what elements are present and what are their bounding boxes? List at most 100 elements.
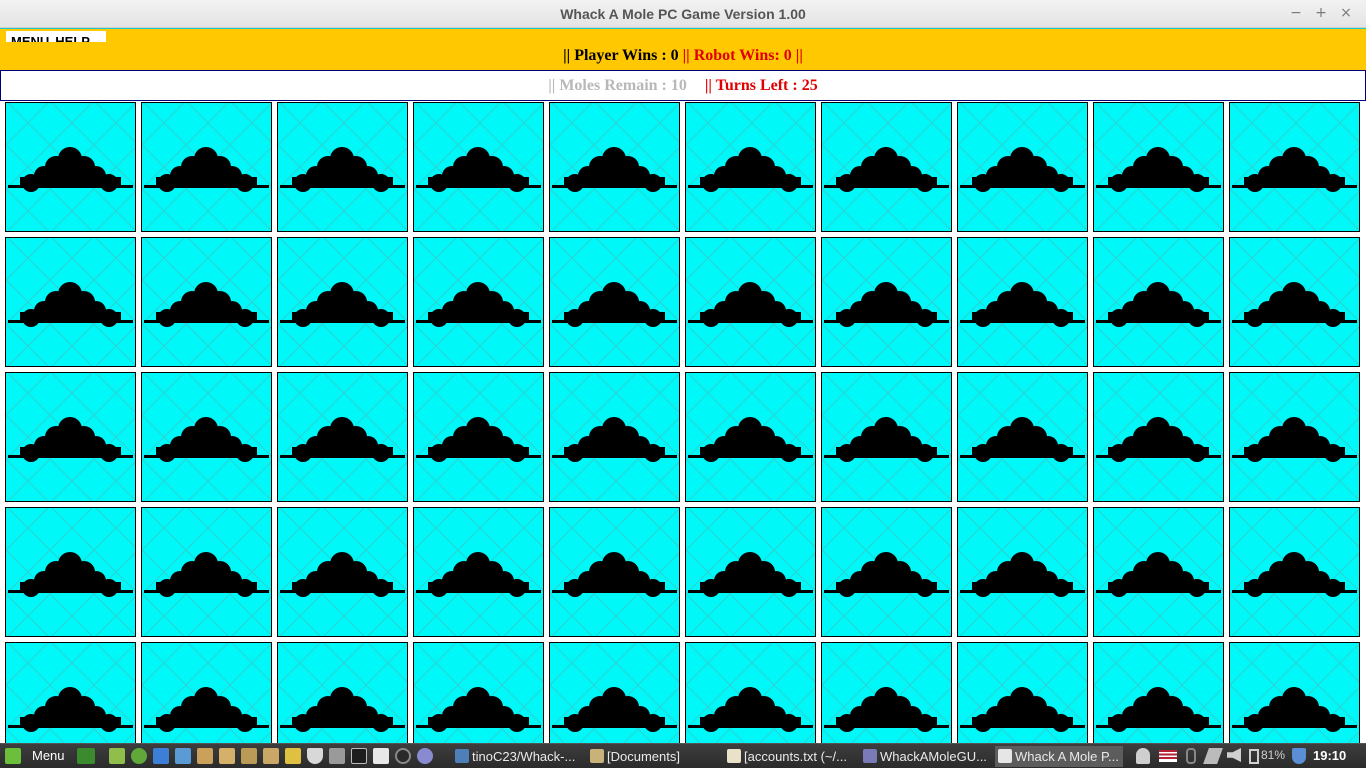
package-icon[interactable]	[219, 748, 235, 764]
mole-hill-icon	[958, 508, 1087, 636]
mole-hole[interactable]	[957, 102, 1088, 232]
mole-hole[interactable]	[141, 102, 272, 232]
start-menu-button[interactable]: Menu	[32, 748, 65, 763]
archive-icon[interactable]	[197, 748, 213, 764]
mole-hole[interactable]	[1229, 372, 1360, 502]
mole-hole[interactable]	[549, 237, 680, 367]
mole-hill-icon	[550, 103, 679, 231]
mole-hole[interactable]	[277, 372, 408, 502]
mole-hole[interactable]	[957, 237, 1088, 367]
security-shield-icon[interactable]	[1292, 748, 1306, 764]
media-icon[interactable]	[395, 748, 411, 764]
eclipse-icon[interactable]	[417, 748, 433, 764]
shield-icon[interactable]	[307, 748, 323, 764]
taskbar-task[interactable]: WhackAMoleGU...	[860, 746, 988, 767]
mole-hole[interactable]	[277, 237, 408, 367]
text-editor-icon[interactable]	[373, 748, 389, 764]
settings-icon[interactable]	[285, 748, 301, 764]
mole-hole[interactable]	[549, 102, 680, 232]
chromium-icon[interactable]	[175, 748, 191, 764]
mole-hole[interactable]	[1229, 507, 1360, 637]
mole-hole[interactable]	[277, 507, 408, 637]
mole-hole[interactable]	[821, 507, 952, 637]
installer-icon[interactable]	[263, 748, 279, 764]
mole-hill-icon	[1094, 103, 1223, 231]
mole-hole[interactable]	[1229, 102, 1360, 232]
mole-hole[interactable]	[549, 372, 680, 502]
mole-hole[interactable]	[413, 507, 544, 637]
pen-icon[interactable]	[1203, 748, 1223, 764]
mole-hole[interactable]	[413, 642, 544, 743]
java-icon	[998, 749, 1012, 763]
volume-icon[interactable]	[1227, 748, 1241, 762]
text-editor-icon	[727, 749, 741, 763]
mole-hole[interactable]	[1093, 507, 1224, 637]
mole-hill-icon	[550, 508, 679, 636]
mole-hole[interactable]	[957, 642, 1088, 743]
mole-hole[interactable]	[413, 372, 544, 502]
mole-hole[interactable]	[549, 642, 680, 743]
mole-hole[interactable]	[277, 102, 408, 232]
monitor-icon[interactable]	[329, 748, 345, 764]
mole-hole[interactable]	[685, 372, 816, 502]
user-icon[interactable]	[1136, 748, 1150, 764]
minimize-button[interactable]: −	[1287, 4, 1305, 22]
mole-hole[interactable]	[1229, 237, 1360, 367]
terminal-icon[interactable]	[351, 748, 367, 764]
robot-wins: || Robot Wins: 0 ||	[682, 47, 803, 64]
mole-hole[interactable]	[821, 237, 952, 367]
mole-hole[interactable]	[141, 642, 272, 743]
mole-hole[interactable]	[277, 642, 408, 743]
mole-hole[interactable]	[1093, 237, 1224, 367]
bluetooth-icon[interactable]	[1186, 748, 1196, 764]
mole-hole[interactable]	[1093, 102, 1224, 232]
player-wins: || Player Wins : 0	[563, 47, 679, 64]
mole-hole[interactable]	[141, 507, 272, 637]
taskbar-task[interactable]: Whack A Mole P...	[995, 746, 1123, 767]
taskbar-task-label: tinoC23/Whack-...	[472, 749, 576, 764]
mole-hole[interactable]	[5, 507, 136, 637]
mint-menu-icon[interactable]	[5, 748, 21, 764]
mole-hole[interactable]	[821, 102, 952, 232]
update-icon[interactable]	[131, 748, 147, 764]
taskbar-task-label: [Documents]	[607, 749, 680, 764]
mole-hole[interactable]	[5, 372, 136, 502]
mole-hole[interactable]	[141, 237, 272, 367]
mole-hole[interactable]	[5, 102, 136, 232]
files-icon[interactable]	[109, 748, 125, 764]
browser-icon[interactable]	[153, 748, 169, 764]
mole-hole[interactable]	[685, 237, 816, 367]
battery-icon[interactable]	[1249, 749, 1259, 764]
mole-hole[interactable]	[413, 237, 544, 367]
taskbar-task[interactable]: [accounts.txt (~/...	[724, 746, 854, 767]
mole-hole[interactable]	[685, 102, 816, 232]
mole-hill-icon	[6, 643, 135, 743]
show-desktop-icon[interactable]	[77, 748, 95, 764]
mole-hole[interactable]	[685, 642, 816, 743]
taskbar-task[interactable]: [Documents]	[587, 746, 717, 767]
mole-hole[interactable]	[1229, 642, 1360, 743]
keyboard-layout-flag-icon[interactable]	[1159, 750, 1177, 762]
window-title-bar[interactable]: Whack A Mole PC Game Version 1.00 − + ×	[0, 0, 1366, 28]
mole-hole[interactable]	[1093, 642, 1224, 743]
software-icon[interactable]	[241, 748, 257, 764]
clock[interactable]: 19:10	[1313, 748, 1346, 763]
mole-hole[interactable]	[5, 642, 136, 743]
mole-hole[interactable]	[957, 372, 1088, 502]
mole-hole[interactable]	[141, 372, 272, 502]
maximize-button[interactable]: +	[1312, 4, 1330, 22]
taskbar-task[interactable]: tinoC23/Whack-...	[452, 746, 580, 767]
mole-hole[interactable]	[821, 642, 952, 743]
ide-icon	[863, 749, 877, 763]
mole-hole[interactable]	[1093, 372, 1224, 502]
mole-hole[interactable]	[821, 372, 952, 502]
mole-hole[interactable]	[549, 507, 680, 637]
close-button[interactable]: ×	[1337, 4, 1355, 22]
mole-hole[interactable]	[5, 237, 136, 367]
mole-hill-icon	[278, 103, 407, 231]
mole-hill-icon	[6, 508, 135, 636]
mole-hole[interactable]	[413, 102, 544, 232]
mole-hole[interactable]	[957, 507, 1088, 637]
mole-hill-icon	[822, 103, 951, 231]
mole-hole[interactable]	[685, 507, 816, 637]
